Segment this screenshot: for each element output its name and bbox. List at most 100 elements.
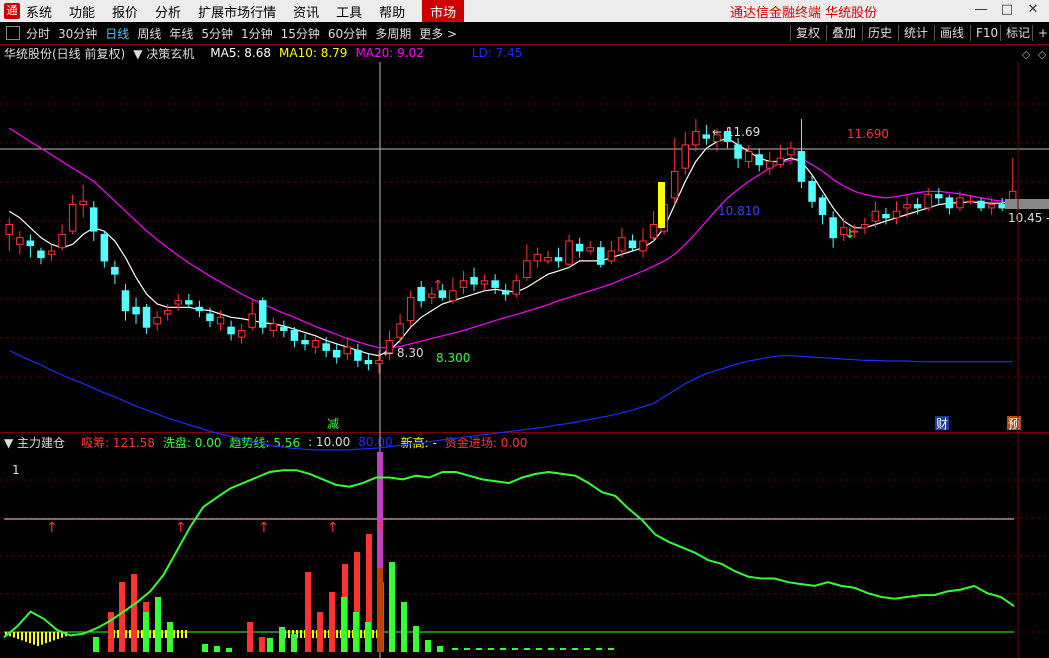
zoom-icon: ◇ — [1022, 48, 1031, 61]
menu-item-analysis[interactable]: 分析 — [155, 2, 181, 21]
xichou-bar — [329, 592, 335, 652]
candle-body — [68, 204, 77, 232]
menu-item-news[interactable]: 资讯 — [293, 2, 319, 21]
kline-chart[interactable]: ← 11.69 11.690 ← 8.30 8.300 10.810 10.45 - ↑ ↓ 减… — [0, 0, 1049, 658]
candle-body — [385, 340, 394, 355]
candle-body — [797, 151, 806, 182]
candle-body — [26, 240, 35, 247]
trend-bar — [353, 612, 359, 652]
candle-body — [913, 204, 922, 209]
candle-body — [945, 197, 954, 209]
tab-fenshi[interactable]: 分时 — [26, 25, 50, 42]
app-logo-icon[interactable]: 通 — [4, 3, 20, 19]
marker-cai: 财 — [936, 417, 948, 431]
menu-item-ext-market[interactable]: 扩展市场行情 — [198, 2, 276, 21]
xichou-bar — [131, 574, 137, 652]
tab-multi-period[interactable]: 多周期 — [375, 25, 411, 42]
fuquan-button[interactable]: 复权 — [790, 25, 825, 41]
menu-item-tools[interactable]: 工具 — [336, 2, 362, 21]
sub-indicator-name[interactable]: ▼ 主力建仓 — [4, 434, 73, 451]
eighty-value: 80.00 — [358, 435, 393, 449]
candle-body — [237, 330, 246, 338]
candle-body — [100, 233, 109, 262]
candle-body — [512, 280, 520, 295]
draw-button[interactable]: 画线 — [934, 25, 969, 41]
buy-signal-arrow-icon: ↑ — [46, 520, 58, 536]
tab-weekly[interactable]: 周线 — [137, 25, 161, 42]
trend-dash — [452, 648, 458, 650]
overlay-button[interactable]: 叠加 — [826, 25, 861, 41]
panel-toggle-icon[interactable] — [6, 26, 20, 40]
tab-more[interactable]: 更多 > — [419, 25, 457, 42]
tab-yearly[interactable]: 年线 — [169, 25, 193, 42]
candle-body — [755, 154, 763, 166]
xichou-bar — [259, 637, 265, 652]
candle-body — [364, 359, 373, 365]
candle-body — [808, 180, 816, 202]
menu-item-help[interactable]: 帮助 — [379, 2, 405, 21]
tab-30min[interactable]: 30分钟 — [58, 25, 97, 42]
candle-body — [681, 144, 689, 169]
xichou-bar — [119, 582, 125, 652]
candle-body — [417, 286, 425, 302]
candle-body — [396, 323, 404, 338]
candle-body — [406, 296, 415, 322]
candle-body — [554, 257, 563, 262]
candle-body — [618, 237, 626, 252]
stock-title: 华统股份(日线 前复权) — [4, 46, 126, 61]
candle-body — [597, 247, 605, 265]
trend-bar — [437, 646, 443, 652]
tab-5min[interactable]: 5分钟 — [201, 25, 233, 42]
trend-dash — [560, 648, 566, 650]
candle-body — [332, 349, 341, 358]
xichou-bar — [317, 612, 323, 652]
candle-body — [924, 194, 932, 209]
candle-body — [956, 197, 964, 209]
menu-item-system[interactable]: 系统 — [26, 2, 52, 21]
candle-body — [977, 200, 985, 209]
custom-button[interactable]: +自 — [1032, 25, 1049, 41]
xichou-value: 吸筹: 121.58 — [81, 435, 155, 450]
history-button[interactable]: 历史 — [862, 25, 897, 41]
trend-bar — [413, 626, 419, 652]
indicator-name[interactable]: ▼ 决策玄机 — [133, 45, 202, 62]
f10-button[interactable]: F10 — [970, 25, 1003, 41]
menu-item-function[interactable]: 功能 — [69, 2, 95, 21]
trend-dash — [488, 648, 494, 650]
trend-bar — [291, 634, 297, 652]
candle-body — [163, 310, 172, 315]
market-button[interactable]: 市场 — [422, 0, 465, 23]
stats-button[interactable]: 统计 — [898, 25, 933, 41]
trend-dash — [548, 648, 554, 650]
candle-body — [544, 257, 552, 262]
ld-value: LD: 7.45 — [471, 46, 523, 60]
candle-body — [37, 250, 45, 259]
tab-daily[interactable]: 日线 — [105, 25, 129, 42]
minimize-icon[interactable]: — — [968, 2, 994, 20]
trend-dash — [464, 648, 470, 650]
menu-item-quote[interactable]: 报价 — [112, 2, 138, 21]
candle-body — [723, 131, 732, 143]
tab-1min[interactable]: 1分钟 — [241, 25, 273, 42]
candle-body — [142, 306, 151, 328]
trend-bar — [202, 644, 208, 652]
close-icon[interactable]: ✕ — [1020, 2, 1046, 20]
candle-body — [132, 306, 140, 315]
maximize-icon[interactable]: □ — [994, 2, 1020, 20]
trend-dash — [476, 648, 482, 650]
candle-body — [660, 204, 668, 232]
buy-signal-arrow-icon: ↑ — [327, 520, 339, 536]
candle-body — [438, 290, 447, 298]
tab-60min[interactable]: 60分钟 — [328, 25, 367, 42]
candle-body — [523, 260, 531, 278]
tab-15min[interactable]: 15分钟 — [281, 25, 320, 42]
trend-dash — [500, 648, 506, 650]
candle-body — [766, 161, 774, 169]
xichou-bar — [378, 582, 384, 652]
trend-dash — [524, 648, 530, 650]
candle-body — [882, 214, 890, 219]
candle-body — [79, 200, 87, 205]
trend-bar — [167, 622, 173, 652]
buy-arrow-icon: ↑ — [432, 278, 444, 294]
mark-button[interactable]: 标记 — [1000, 25, 1035, 41]
